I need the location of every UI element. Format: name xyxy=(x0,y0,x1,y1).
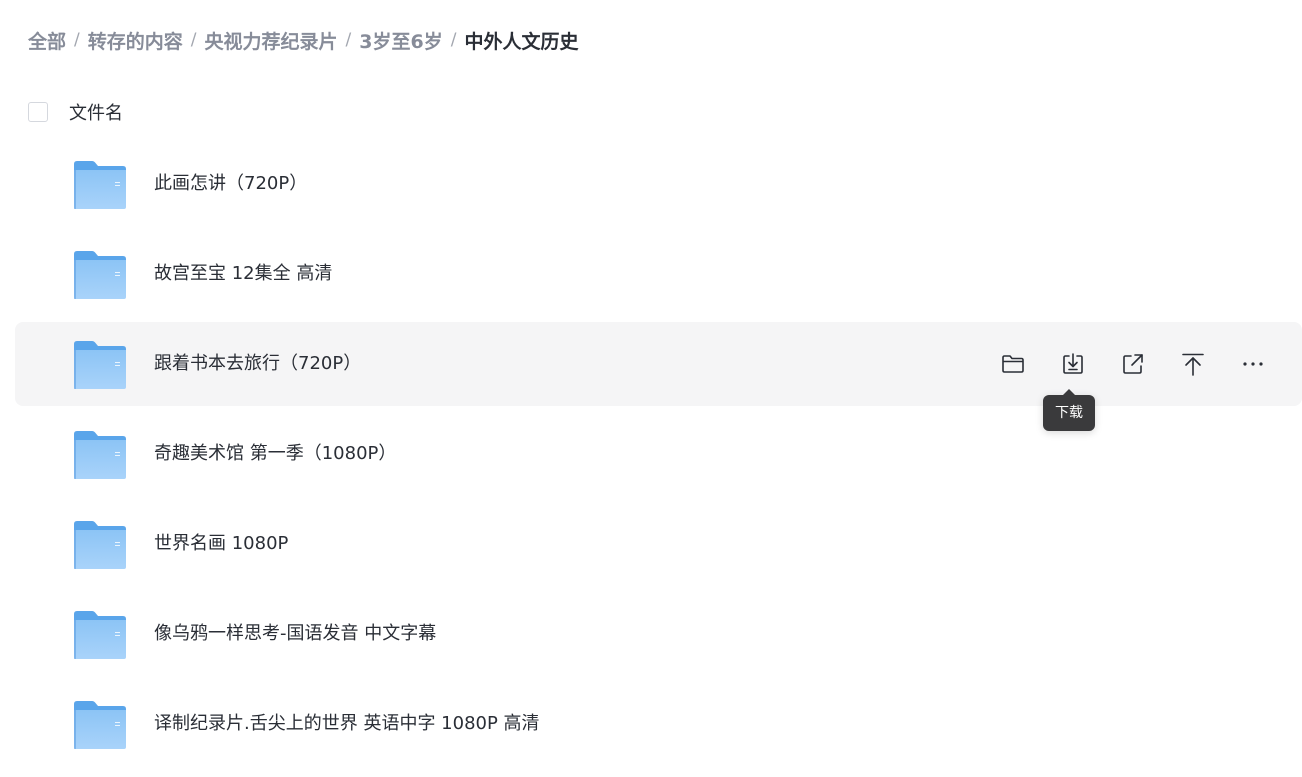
folder-open-icon xyxy=(1002,355,1024,373)
breadcrumb-separator: / xyxy=(190,30,197,50)
breadcrumb-separator: / xyxy=(450,30,457,50)
list-item[interactable]: 奇趣美术馆 第一季（1080P） xyxy=(15,412,1302,496)
breadcrumb-separator: / xyxy=(345,30,352,50)
more-button[interactable] xyxy=(1235,346,1271,382)
share-icon xyxy=(1123,354,1143,374)
folder-icon xyxy=(72,340,128,390)
list-item[interactable]: 此画怎讲（720P） xyxy=(15,142,1302,226)
list-item[interactable]: 故宫至宝 12集全 高清 xyxy=(15,232,1302,316)
list-item-hovered[interactable]: 跟着书本去旅行（720P） xyxy=(15,322,1302,406)
breadcrumb-item-current: 中外人文历史 xyxy=(464,30,579,53)
file-name[interactable]: 译制纪录片.舌尖上的世界 英语中字 1080P 高清 xyxy=(154,682,540,766)
file-list-header: 文件名 xyxy=(0,92,1302,132)
list-item[interactable]: 像乌鸦一样思考-国语发音 中文字幕 xyxy=(15,592,1302,676)
file-name[interactable]: 此画怎讲（720P） xyxy=(154,142,307,226)
download-tooltip: 下载 xyxy=(1043,389,1095,431)
breadcrumb: 全部 / 转存的内容 / 央视力荐纪录片 / 3岁至6岁 / 中外人文历史 xyxy=(28,26,578,54)
open-folder-button[interactable] xyxy=(995,346,1031,382)
folder-icon xyxy=(72,250,128,300)
download-icon xyxy=(1063,353,1083,374)
list-item[interactable]: 世界名画 1080P xyxy=(15,502,1302,586)
column-header-filename[interactable]: 文件名 xyxy=(69,99,123,125)
pin-to-top-icon xyxy=(1182,353,1204,376)
share-button[interactable] xyxy=(1115,346,1151,382)
folder-icon xyxy=(72,700,128,750)
breadcrumb-item-cctv-documentaries[interactable]: 央视力荐纪录片 xyxy=(205,27,338,54)
file-name[interactable]: 世界名画 1080P xyxy=(154,502,288,586)
file-list: 此画怎讲（720P） 故宫至宝 12集全 高清 跟着书本去旅行（720P） 奇趣… xyxy=(15,142,1302,772)
file-name[interactable]: 奇趣美术馆 第一季（1080P） xyxy=(154,412,396,496)
folder-icon xyxy=(72,160,128,210)
file-name[interactable]: 像乌鸦一样思考-国语发音 中文字幕 xyxy=(154,592,436,676)
row-actions xyxy=(995,346,1295,382)
folder-icon xyxy=(72,430,128,480)
file-name[interactable]: 故宫至宝 12集全 高清 xyxy=(154,232,332,316)
breadcrumb-item-age-3-6[interactable]: 3岁至6岁 xyxy=(359,27,442,54)
file-name[interactable]: 跟着书本去旅行（720P） xyxy=(154,322,361,406)
download-button[interactable] xyxy=(1055,346,1091,382)
breadcrumb-item-saved-content[interactable]: 转存的内容 xyxy=(88,27,183,54)
select-all-checkbox[interactable] xyxy=(28,102,48,122)
folder-icon xyxy=(72,520,128,570)
list-item[interactable]: 译制纪录片.舌尖上的世界 英语中字 1080P 高清 xyxy=(15,682,1302,766)
breadcrumb-item-all[interactable]: 全部 xyxy=(28,27,66,54)
breadcrumb-separator: / xyxy=(74,30,80,50)
more-icon xyxy=(1243,362,1263,366)
folder-icon xyxy=(72,610,128,660)
pin-to-top-button[interactable] xyxy=(1175,346,1211,382)
